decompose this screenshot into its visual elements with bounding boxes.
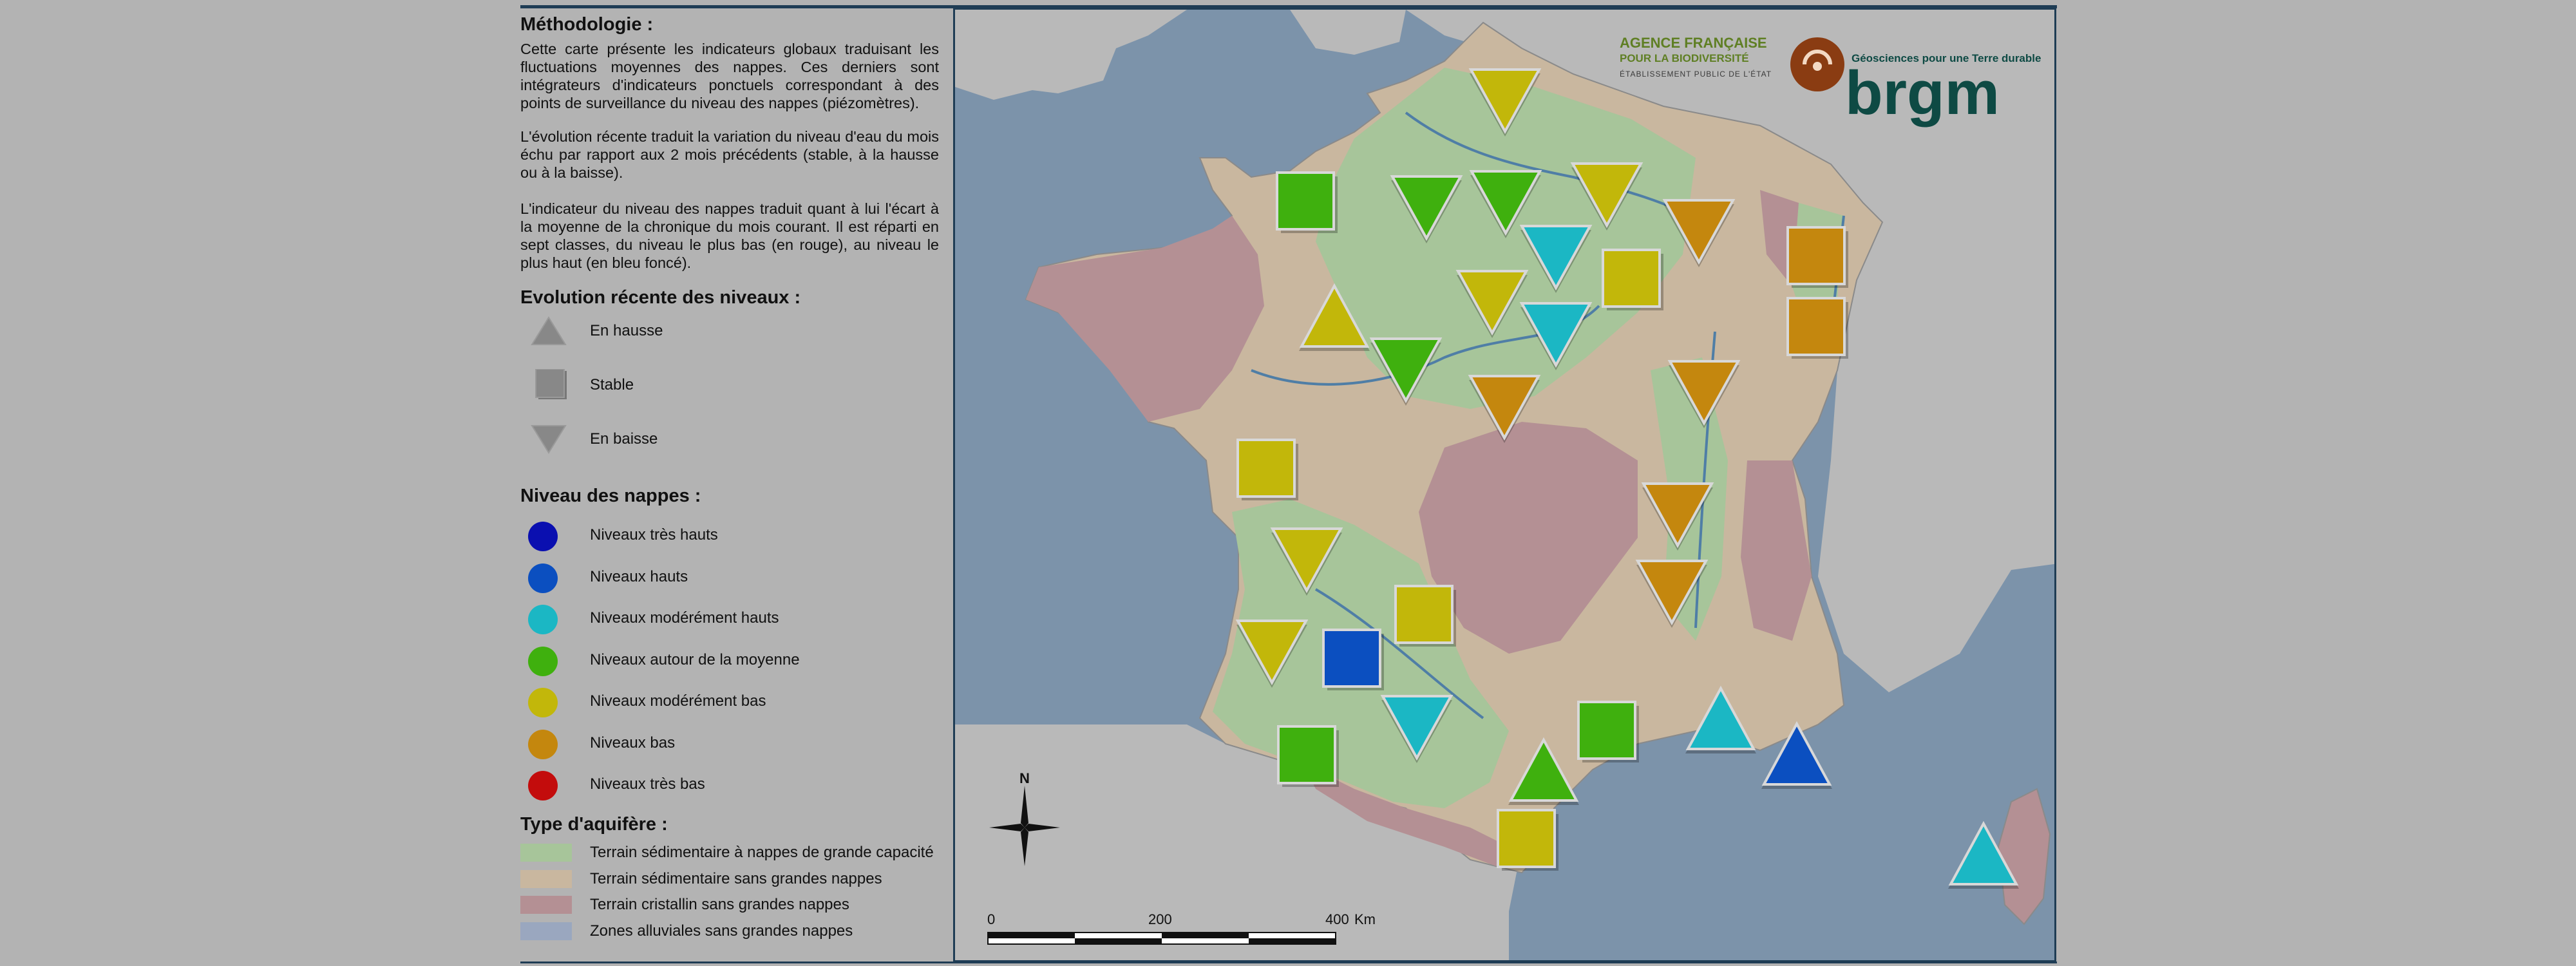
aquifere-swatch [520, 869, 572, 888]
scale-bar: 0 200 400 Km [987, 911, 1376, 950]
indicator-triangle-up-provence[interactable] [1679, 679, 1763, 763]
legend-aquifere-label: Terrain sédimentaire sans grandes nappes [590, 869, 882, 887]
legend-niveau-item: Niveaux bas [520, 727, 939, 759]
legend-evolution-baisse: En baisse [520, 423, 939, 455]
legend-niveau-item: Niveaux modérément bas [520, 685, 939, 717]
legend-niveau-label: Niveaux modérément bas [590, 692, 766, 710]
indicator-square-normandie-west[interactable] [1265, 161, 1349, 245]
scale-tick: 400 [1325, 911, 1349, 927]
niveau-color-dot-icon [528, 563, 558, 593]
afb-line-3: ÉTABLISSEMENT PUBLIC DE L'ÉTAT [1620, 70, 1772, 79]
legend-aquifere-item: Zones alluviales sans grandes nappes [520, 918, 939, 944]
legend-aquifere-item: Terrain sédimentaire à nappes de grande … [520, 840, 939, 866]
indicator-triangle-down-normandie-east[interactable] [1385, 166, 1468, 250]
indicator-square-roussillon[interactable] [1486, 799, 1570, 882]
niveau-color-dot-icon [528, 688, 558, 717]
afb-logo: AGENCE FRANÇAISE POUR LA BIODIVERSITÉ ÉT… [1620, 35, 1772, 82]
indicator-triangle-down-rhone[interactable] [1630, 551, 1714, 634]
legend-evolution-hausse: En hausse [520, 315, 939, 347]
legend-evolution-label: En hausse [590, 322, 663, 339]
logos: AGENCE FRANÇAISE POUR LA BIODIVERSITÉ ÉT… [1620, 35, 2045, 145]
compass-north-label: N [1019, 773, 1030, 786]
scale-tick: 0 [987, 911, 996, 927]
legend-niveau-label: Niveaux très hauts [590, 526, 718, 544]
legend-evolution-stable: Stable [520, 369, 939, 401]
legend-niveau-item: Niveaux modérément hauts [520, 602, 939, 634]
indicator-square-champagne-south[interactable] [1591, 238, 1675, 322]
aquifere-title: Type d'aquifère : [520, 814, 668, 835]
evolution-title: Evolution récente des niveaux : [520, 287, 801, 308]
niveau-color-dot-icon [528, 729, 558, 759]
methodologie-paragraph-2: L'évolution récente traduit la variation… [520, 128, 939, 181]
brgm-logo-icon [1790, 37, 1844, 91]
scale-tick: 200 [1148, 911, 1172, 927]
niveau-color-dot-icon [528, 605, 558, 634]
triangle-down-icon [531, 425, 567, 454]
legend-evolution-label: En baisse [590, 430, 658, 448]
niveau-color-dot-icon [528, 771, 558, 800]
indicator-square-landes-south[interactable] [1267, 715, 1350, 799]
page: Méthodologie : Cette carte présente les … [0, 0, 2576, 966]
legend-niveau-label: Niveaux très bas [590, 775, 705, 793]
niveau-color-dot-icon [528, 522, 558, 551]
indicator-triangle-down-charentes[interactable] [1265, 518, 1349, 602]
indicator-triangle-down-landes-north[interactable] [1230, 611, 1314, 694]
aquifere-swatch [520, 844, 572, 862]
legend-niveau-label: Niveaux autour de la moyenne [590, 650, 800, 668]
niveau-color-dot-icon [528, 646, 558, 676]
methodologie-paragraph-3: L'indicateur du niveau des nappes tradui… [520, 200, 939, 271]
triangle-up-icon [531, 316, 567, 345]
indicator-triangle-down-quercy[interactable] [1375, 686, 1459, 770]
indicator-triangle-down-berry[interactable] [1463, 366, 1546, 450]
legend-panel: Méthodologie : Cette carte présente les … [520, 9, 939, 962]
indicator-square-perigord[interactable] [1384, 574, 1468, 658]
legend-niveau-item: Niveaux très hauts [520, 519, 939, 551]
legend-evolution-label: Stable [590, 376, 634, 393]
brgm-wordmark: brgm [1845, 59, 2000, 128]
niveau-title: Niveau des nappes : [520, 486, 701, 506]
indicator-square-vendee[interactable] [1226, 428, 1310, 512]
afb-line-1: AGENCE FRANÇAISE [1620, 35, 1767, 51]
indicator-triangle-down-bresse[interactable] [1636, 473, 1719, 557]
map-frame[interactable]: N 0 200 400 Km AGENCE FRANÇAISE POUR LA … [953, 8, 2056, 962]
aquifere-swatch [520, 922, 572, 940]
indicator-triangle-down-touraine[interactable] [1364, 328, 1448, 412]
legend-aquifere-label: Terrain cristallin sans grandes nappes [590, 896, 849, 913]
scale-unit: Km [1354, 911, 1376, 927]
indicator-triangle-down-sologne[interactable] [1514, 293, 1598, 377]
methodologie-title: Méthodologie : [520, 14, 654, 35]
indicator-square-alsace-south[interactable] [1776, 287, 1860, 370]
aquifere-swatch [520, 896, 572, 914]
indicator-triangle-down-franche-comte[interactable] [1662, 351, 1746, 435]
indicator-triangle-down-north-flandres[interactable] [1463, 59, 1547, 143]
afb-line-2: POUR LA BIODIVERSITÉ [1620, 52, 1749, 64]
legend-aquifere-item: Terrain cristallin sans grandes nappes [520, 892, 939, 918]
legend-niveau-item: Niveaux très bas [520, 768, 939, 800]
legend-niveau-label: Niveaux bas [590, 734, 676, 752]
indicator-triangle-up-corse[interactable] [1942, 815, 2025, 898]
legend-aquifere-label: Zones alluviales sans grandes nappes [590, 922, 853, 940]
legend-niveau-label: Niveaux hauts [590, 567, 688, 585]
legend-niveau-label: Niveaux modérément hauts [590, 609, 779, 627]
compass-rose-icon: N [989, 773, 1060, 866]
legend-niveau-item: Niveaux hauts [520, 561, 939, 593]
methodologie-paragraph-1: Cette carte présente les indicateurs glo… [520, 41, 939, 111]
legend-aquifere-label: Terrain sédimentaire à nappes de grande … [590, 844, 934, 861]
indicator-triangle-up-cote-azur[interactable] [1755, 715, 1839, 799]
legend-niveau-item: Niveaux autour de la moyenne [520, 644, 939, 676]
scale-bar-graphic [987, 932, 1336, 945]
square-icon [535, 369, 567, 399]
legend-aquifere-item: Terrain sédimentaire sans grandes nappes [520, 866, 939, 892]
